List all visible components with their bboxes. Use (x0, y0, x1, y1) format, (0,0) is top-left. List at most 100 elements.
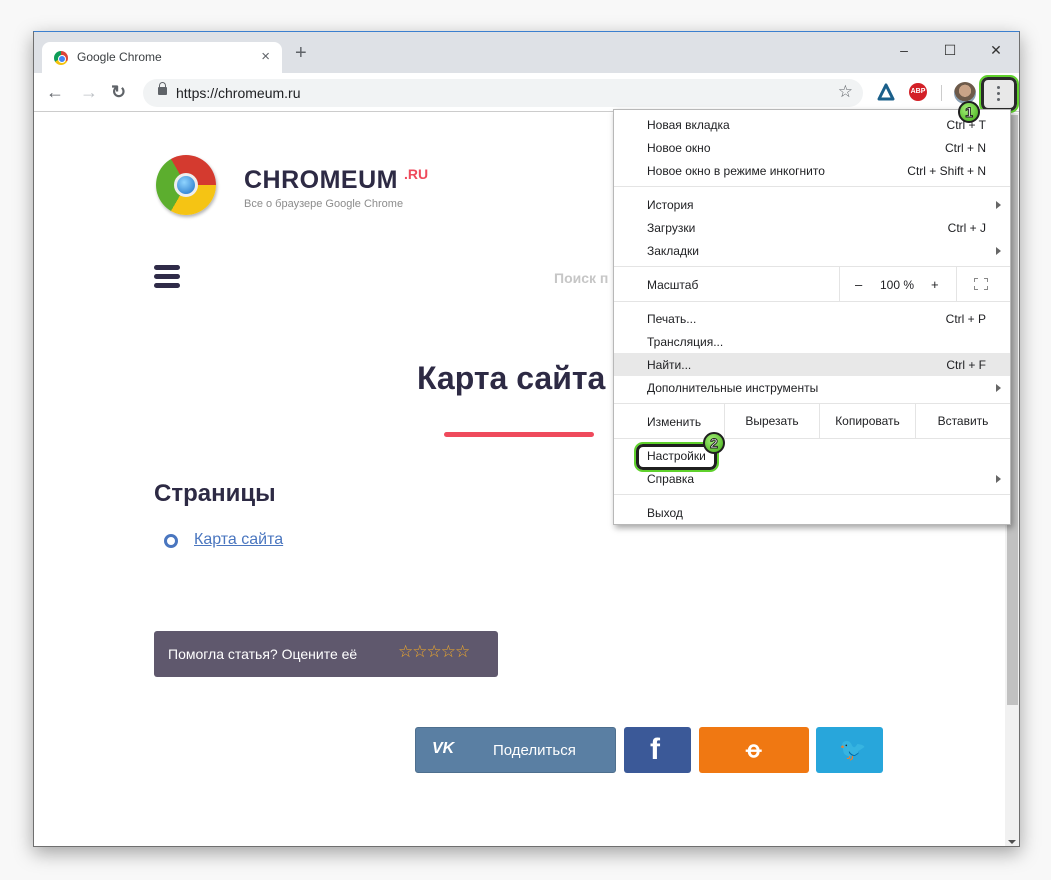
rating-prompt: Помогла статья? Оцените её (168, 646, 358, 662)
chrome-logo-icon[interactable] (156, 155, 216, 215)
menu-label: Трансляция... (647, 335, 724, 349)
reload-button[interactable]: ↻ (111, 82, 126, 102)
alice-extension-icon[interactable] (877, 83, 895, 101)
title-underline (444, 432, 594, 437)
menu-item-cast[interactable]: Трансляция... (614, 330, 1010, 353)
menu-item-bookmarks[interactable]: Закладки (614, 239, 1010, 262)
menu-item-more-tools[interactable]: Дополнительные инструменты (614, 376, 1010, 399)
menu-divider (614, 438, 1010, 439)
menu-divider (839, 267, 840, 301)
tab-strip: Google Chrome × + – ☐ ✕ (34, 32, 1019, 73)
menu-item-incognito[interactable]: Новое окно в режиме инкогнито Ctrl + Shif… (614, 159, 1010, 182)
menu-item-find[interactable]: Найти... Ctrl + F (614, 353, 1010, 376)
paste-button[interactable]: Вставить (915, 404, 1010, 438)
fullscreen-icon[interactable] (974, 278, 988, 290)
step-badge-2: 2 (703, 432, 725, 454)
bookmark-star-icon[interactable]: ☆ (838, 82, 853, 102)
facebook-icon: f (650, 733, 660, 766)
menu-item-exit[interactable]: Выход (614, 501, 1010, 524)
twitter-icon: 🐦 (839, 737, 867, 762)
forward-button[interactable]: → (80, 82, 98, 102)
search-placeholder[interactable]: Поиск п (554, 270, 608, 286)
menu-item-print[interactable]: Печать... Ctrl + P (614, 307, 1010, 330)
menu-label: История (647, 198, 694, 212)
menu-label: Дополнительные инструменты (647, 381, 819, 395)
url-text[interactable]: https://chromeum.ru (176, 85, 301, 101)
site-tagline: Все о браузере Google Chrome (244, 198, 404, 210)
menu-shortcut: Ctrl + P (945, 312, 986, 326)
chrome-main-menu: Новая вкладка Ctrl + T Новое окно Ctrl + N… (613, 109, 1011, 525)
site-brand-suffix: .RU (404, 166, 429, 182)
page-title: Карта сайта (417, 360, 606, 396)
menu-zoom-row: Масштаб – 100 % + (614, 267, 1010, 301)
submenu-arrow-icon (996, 247, 1001, 255)
menu-label: Выход (647, 506, 683, 520)
tab-close-icon[interactable]: × (261, 48, 270, 65)
submenu-arrow-icon (996, 384, 1001, 392)
new-tab-button[interactable]: + (295, 43, 307, 63)
menu-label: Загрузки (647, 221, 696, 235)
zoom-in-button[interactable]: + (931, 277, 939, 292)
scroll-down-arrow-icon[interactable] (1008, 840, 1016, 844)
menu-divider (614, 301, 1010, 302)
submenu-arrow-icon (996, 475, 1001, 483)
maximize-button[interactable]: ☐ (928, 36, 972, 64)
menu-item-settings[interactable]: Настройки (614, 444, 1010, 467)
browser-tab[interactable]: Google Chrome × (42, 42, 282, 73)
menu-label: Найти... (647, 358, 692, 372)
rating-stars[interactable]: ☆☆☆☆☆ (398, 642, 470, 662)
more-vert-icon (997, 86, 1001, 104)
toolbar-divider (941, 85, 942, 101)
site-brand[interactable]: CHROMEUM (244, 166, 398, 195)
minimize-button[interactable]: – (882, 36, 926, 64)
adblock-plus-icon[interactable]: ABP (909, 83, 927, 101)
close-window-button[interactable]: ✕ (974, 36, 1018, 64)
menu-item-new-window[interactable]: Новое окно Ctrl + N (614, 136, 1010, 159)
step-badge-1: 1 (958, 101, 980, 123)
vk-icon: VK (432, 740, 455, 757)
zoom-value: 100 % (880, 278, 915, 292)
address-bar[interactable]: https://chromeum.ru ☆ (143, 79, 863, 107)
menu-divider (614, 494, 1010, 495)
menu-item-help[interactable]: Справка (614, 467, 1010, 490)
menu-label: Справка (647, 472, 695, 486)
vk-share-label: Поделиться (493, 742, 576, 759)
menu-shortcut: Ctrl + F (946, 358, 986, 372)
menu-shortcut: Ctrl + J (947, 221, 986, 235)
rating-box: Помогла статья? Оцените её ☆☆☆☆☆ (154, 631, 498, 677)
tab-title: Google Chrome (77, 50, 162, 64)
menu-label: Закладки (647, 244, 699, 258)
menu-item-history[interactable]: История (614, 193, 1010, 216)
section-title: Страницы (154, 480, 276, 507)
zoom-out-button[interactable]: – (855, 277, 862, 292)
edit-label: Изменить (647, 415, 702, 429)
menu-label: Настройки (647, 449, 706, 463)
cut-button[interactable]: Вырезать (724, 404, 819, 438)
zoom-label: Масштаб (647, 278, 699, 292)
submenu-arrow-icon (996, 201, 1001, 209)
menu-label: Новое окно в режиме инкогнито (647, 164, 825, 178)
menu-shortcut: Ctrl + Shift + N (907, 164, 986, 178)
menu-divider (956, 267, 957, 301)
odnoklassniki-icon: ꝋ (746, 737, 762, 762)
menu-label: Печать... (647, 312, 697, 326)
browser-toolbar: ← → ↻ https://chromeum.ru ☆ ABP (34, 73, 1019, 113)
vk-share-button[interactable]: VK Поделиться (415, 727, 616, 773)
twitter-share-button[interactable]: 🐦 (816, 727, 883, 773)
chrome-menu-button[interactable] (979, 75, 1019, 113)
menu-label: Новая вкладка (647, 118, 730, 132)
menu-item-downloads[interactable]: Загрузки Ctrl + J (614, 216, 1010, 239)
sitemap-link[interactable]: Карта сайта (194, 531, 283, 549)
menu-edit-row: Изменить Вырезать Копировать Вставить (614, 404, 1010, 438)
odnoklassniki-share-button[interactable]: ꝋ (699, 727, 809, 773)
hamburger-menu-icon[interactable] (154, 265, 180, 292)
copy-button[interactable]: Копировать (819, 404, 915, 438)
back-button[interactable]: ← (46, 82, 64, 102)
chrome-favicon-icon (54, 51, 68, 65)
menu-divider (614, 186, 1010, 187)
lock-icon (158, 82, 167, 95)
menu-label: Новое окно (647, 141, 711, 155)
facebook-share-button[interactable]: f (624, 727, 691, 773)
menu-item-new-tab[interactable]: Новая вкладка Ctrl + T (614, 113, 1010, 136)
menu-shortcut: Ctrl + N (944, 141, 986, 155)
